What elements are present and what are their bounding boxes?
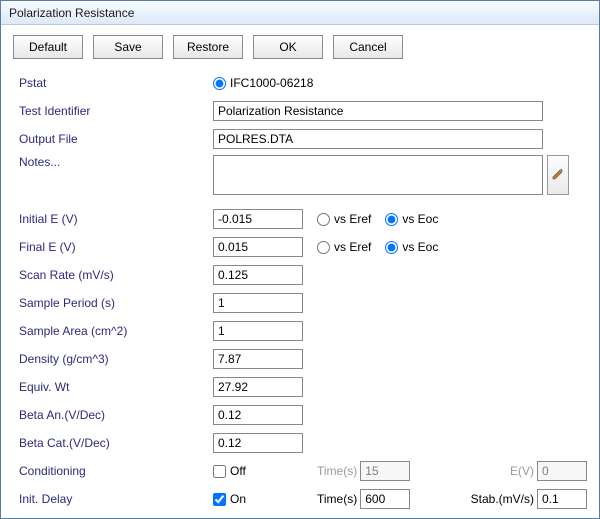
- pstat-label: Pstat: [13, 76, 213, 90]
- density-input[interactable]: [213, 349, 303, 369]
- cond-ev-input: [537, 461, 587, 481]
- pstat-radio-input[interactable]: [213, 77, 226, 90]
- init-delay-label: Init. Delay: [13, 492, 213, 506]
- initial-e-vs-eref-radio[interactable]: vs Eref: [317, 212, 371, 226]
- sample-period-input[interactable]: [213, 293, 303, 313]
- conditioning-checkbox[interactable]: [213, 465, 226, 478]
- test-identifier-label: Test Identifier: [13, 104, 213, 118]
- content-area: Default Save Restore OK Cancel Pstat IFC…: [1, 25, 599, 518]
- init-delay-checkbox-group[interactable]: On: [213, 492, 303, 506]
- sample-area-input[interactable]: [213, 321, 303, 341]
- final-e-vs-eref-input[interactable]: [317, 241, 330, 254]
- beta-an-label: Beta An.(V/Dec): [13, 408, 213, 422]
- delay-time-label: Time(s): [317, 492, 357, 506]
- output-file-input[interactable]: [213, 129, 543, 149]
- initial-e-input[interactable]: [213, 209, 303, 229]
- vs-eoc-text: vs Eoc: [402, 212, 438, 226]
- scan-rate-label: Scan Rate (mV/s): [13, 268, 213, 282]
- initial-e-vs-eoc-radio[interactable]: vs Eoc: [385, 212, 438, 226]
- init-delay-checkbox[interactable]: [213, 493, 226, 506]
- scan-rate-input[interactable]: [213, 265, 303, 285]
- final-e-input[interactable]: [213, 237, 303, 257]
- window-titlebar: Polarization Resistance: [1, 1, 599, 25]
- vs-eref-text: vs Eref: [334, 212, 371, 226]
- initial-e-vs-eoc-input[interactable]: [385, 213, 398, 226]
- pstat-device: IFC1000-06218: [230, 76, 313, 90]
- notes-textarea[interactable]: [213, 155, 543, 195]
- cond-time-label: Time(s): [317, 464, 357, 478]
- cond-ev-label: E(V): [510, 464, 534, 478]
- initial-e-label: Initial E (V): [13, 212, 213, 226]
- toolbar: Default Save Restore OK Cancel: [13, 35, 587, 59]
- density-label: Density (g/cm^3): [13, 352, 213, 366]
- ok-button[interactable]: OK: [253, 35, 323, 59]
- beta-cat-label: Beta Cat.(V/Dec): [13, 436, 213, 450]
- equiv-wt-label: Equiv. Wt: [13, 380, 213, 394]
- window-title: Polarization Resistance: [9, 6, 134, 20]
- initial-e-vs-eref-input[interactable]: [317, 213, 330, 226]
- beta-an-input[interactable]: [213, 405, 303, 425]
- beta-cat-input[interactable]: [213, 433, 303, 453]
- conditioning-off-text: Off: [230, 464, 246, 478]
- equiv-wt-input[interactable]: [213, 377, 303, 397]
- delay-stab-input[interactable]: [537, 489, 587, 509]
- conditioning-label: Conditioning: [13, 464, 213, 478]
- pstat-radio[interactable]: IFC1000-06218: [213, 76, 313, 90]
- vs-eoc-text-2: vs Eoc: [402, 240, 438, 254]
- default-button[interactable]: Default: [13, 35, 83, 59]
- init-delay-on-text: On: [230, 492, 246, 506]
- cond-time-input: [360, 461, 410, 481]
- sample-period-label: Sample Period (s): [13, 296, 213, 310]
- final-e-vs-eoc-radio[interactable]: vs Eoc: [385, 240, 438, 254]
- window: Polarization Resistance Default Save Res…: [0, 0, 600, 519]
- delay-time-input[interactable]: [360, 489, 410, 509]
- final-e-vs-eoc-input[interactable]: [385, 241, 398, 254]
- test-identifier-input[interactable]: [213, 101, 543, 121]
- pencil-icon: [552, 168, 564, 183]
- notes-edit-button[interactable]: [547, 155, 569, 195]
- delay-stab-label: Stab.(mV/s): [471, 492, 534, 506]
- final-e-label: Final E (V): [13, 240, 213, 254]
- notes-label: Notes...: [13, 155, 213, 169]
- conditioning-checkbox-group[interactable]: Off: [213, 464, 303, 478]
- final-e-vs-eref-radio[interactable]: vs Eref: [317, 240, 371, 254]
- save-button[interactable]: Save: [93, 35, 163, 59]
- sample-area-label: Sample Area (cm^2): [13, 324, 213, 338]
- restore-button[interactable]: Restore: [173, 35, 243, 59]
- output-file-label: Output File: [13, 132, 213, 146]
- cancel-button[interactable]: Cancel: [333, 35, 403, 59]
- vs-eref-text-2: vs Eref: [334, 240, 371, 254]
